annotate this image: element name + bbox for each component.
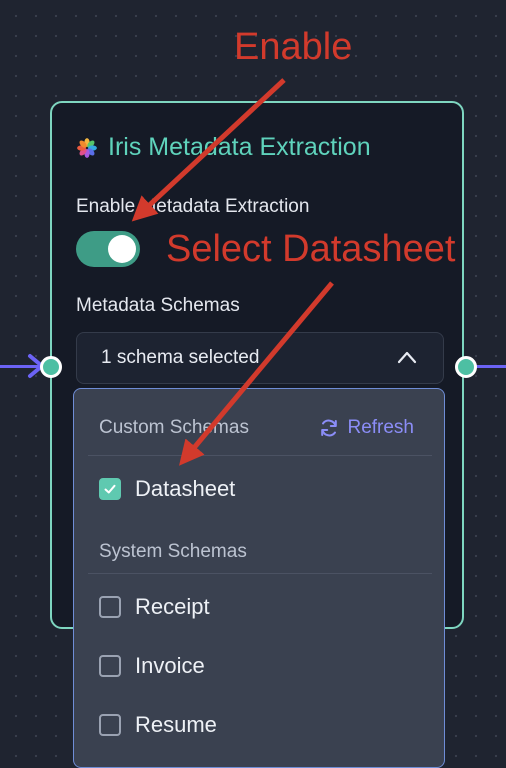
annotation-enable: Enable <box>234 26 353 68</box>
toggle-knob <box>108 235 136 263</box>
resume-checkbox[interactable] <box>99 714 121 736</box>
receipt-checkbox[interactable] <box>99 596 121 618</box>
invoice-label: Invoice <box>135 653 205 678</box>
checkmark-icon <box>104 484 116 494</box>
datasheet-label: Datasheet <box>135 476 236 501</box>
schema-option-datasheet[interactable]: Datasheet <box>99 476 235 502</box>
enable-extraction-label: Enable Metadata Extraction <box>76 196 310 217</box>
system-schemas-header: System Schemas <box>99 541 247 562</box>
chevron-up-icon[interactable] <box>397 350 417 364</box>
resume-label: Resume <box>135 712 217 737</box>
divider <box>88 573 432 574</box>
schema-select-value: 1 schema selected <box>101 347 260 368</box>
invoice-checkbox[interactable] <box>99 655 121 677</box>
divider <box>88 455 432 456</box>
iris-logo-icon <box>77 137 97 158</box>
annotation-select-datasheet: Select Datasheet <box>166 228 456 270</box>
node-title-text: Iris Metadata Extraction <box>108 133 371 161</box>
input-port[interactable] <box>40 356 62 378</box>
receipt-label: Receipt <box>135 594 210 619</box>
enable-extraction-toggle[interactable] <box>76 231 140 267</box>
schema-option-invoice[interactable]: Invoice <box>99 653 205 679</box>
schema-select[interactable]: 1 schema selected <box>76 332 444 384</box>
node-title: Iris Metadata Extraction <box>76 133 371 162</box>
refresh-icon <box>321 419 338 437</box>
custom-schemas-header: Custom Schemas <box>99 417 249 438</box>
output-port[interactable] <box>455 356 477 378</box>
schema-option-receipt[interactable]: Receipt <box>99 594 210 620</box>
datasheet-checkbox[interactable] <box>99 478 121 500</box>
outgoing-edge <box>472 365 506 368</box>
refresh-button[interactable]: Refresh <box>319 417 414 439</box>
metadata-schemas-label: Metadata Schemas <box>76 295 240 316</box>
schema-dropdown-menu: Custom Schemas Refresh Datasheet System … <box>73 388 445 768</box>
refresh-label: Refresh <box>347 417 414 438</box>
schema-option-resume[interactable]: Resume <box>99 712 217 738</box>
